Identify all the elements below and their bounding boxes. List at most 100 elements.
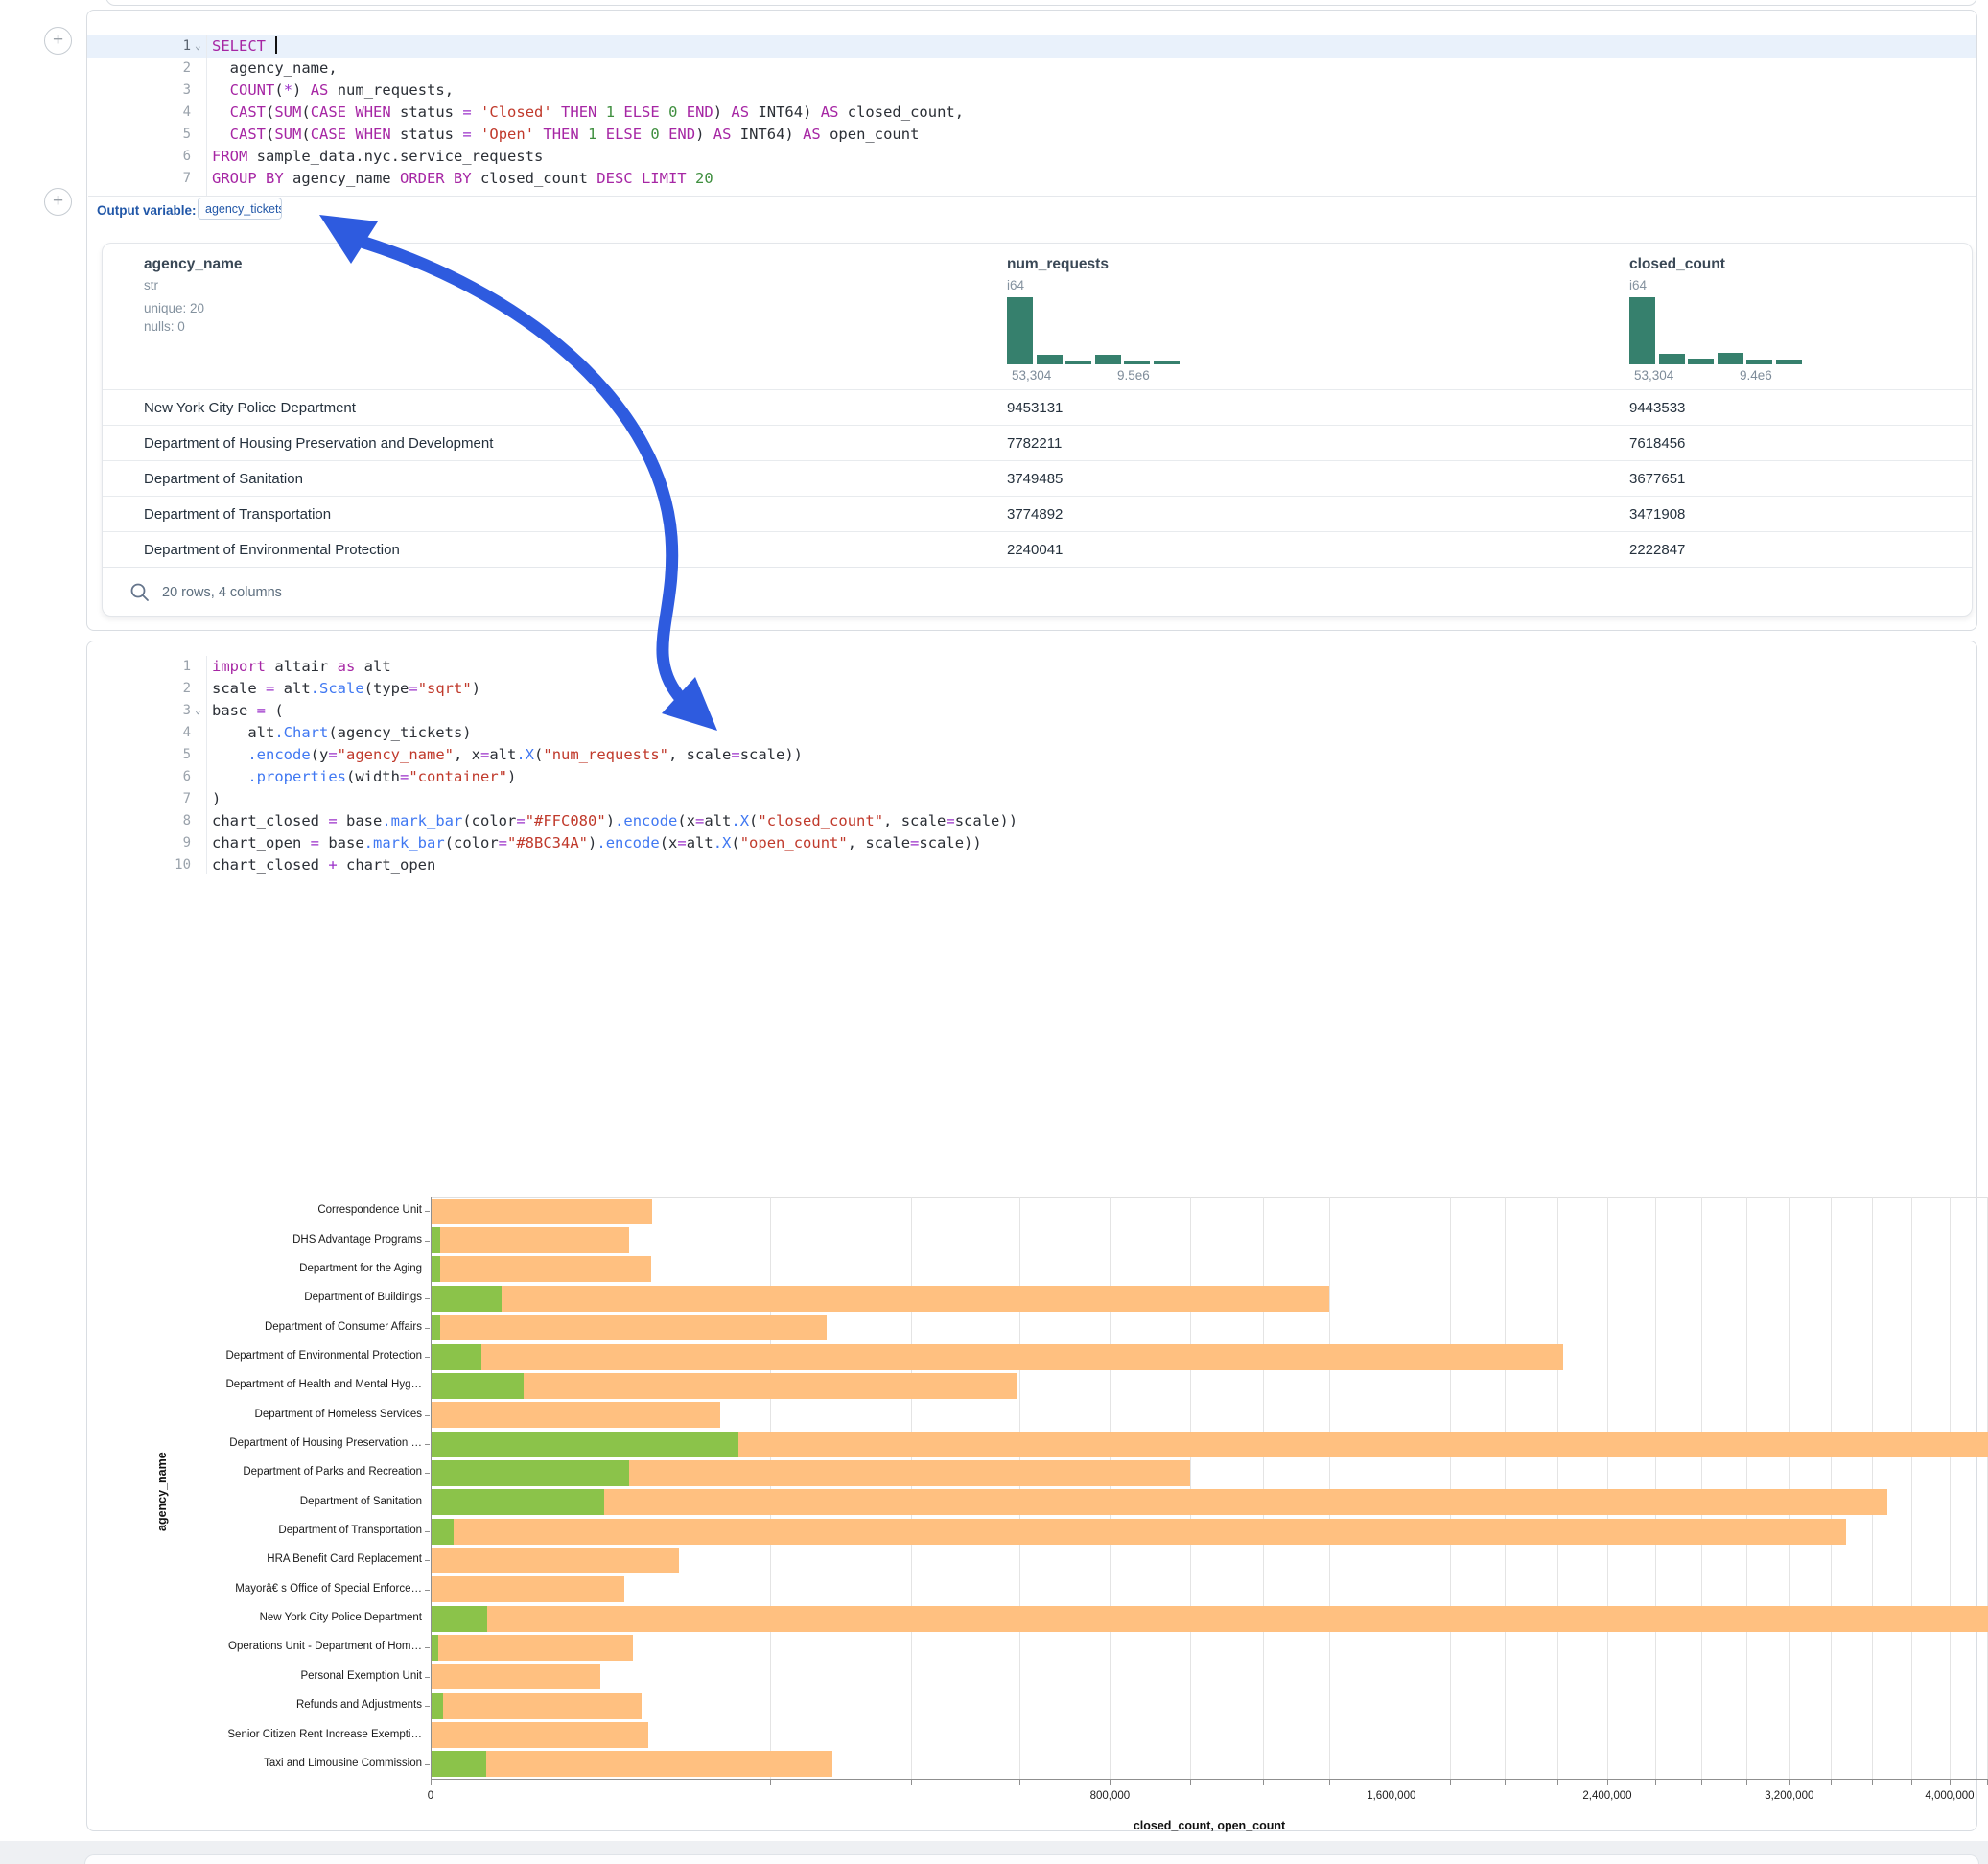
code-text: import altair as alt [212,656,391,678]
table-cell: 3749485 [1007,461,1063,497]
table-cell: Department of Environmental Protection [144,532,400,568]
histogram-bar [1688,359,1714,364]
code-line[interactable]: 4 CAST(SUM(CASE WHEN status = 'Closed' T… [87,102,1976,124]
table-row: Department of Sanitation 3749485 3677651 [103,460,1972,496]
table-cell: 2240041 [1007,532,1063,568]
code-text: base = ( [212,700,284,722]
line-number: 2 [87,678,191,700]
sql-cell-card: 1⌄ SELECT 2 agency_name,3 COUNT(*) AS num… [86,10,1977,631]
plus-icon: + [53,30,63,50]
code-text: CAST(SUM(CASE WHEN status = 'Open' THEN … [212,124,919,146]
histogram-bar [1659,354,1685,364]
table-cell: Department of Transportation [144,497,331,532]
code-line[interactable]: 5 CAST(SUM(CASE WHEN status = 'Open' THE… [87,124,1976,146]
histogram-bar [1007,297,1033,364]
line-number: 6 [87,766,191,788]
search-icon[interactable] [129,582,151,603]
code-line[interactable]: 3⌄base = ( [87,700,1976,722]
dataframe-rows: New York City Police Department945313194… [103,389,1972,567]
column-title: closed_count [1629,256,1725,273]
code-line[interactable]: 7) [87,788,1976,810]
code-text: .encode(y="agency_name", x=alt.X("num_re… [212,744,803,766]
code-line[interactable]: 2scale = alt.Scale(type="sqrt") [87,678,1976,700]
code-line[interactable]: 1⌄ SELECT [87,35,1976,58]
histogram-bar [1718,353,1743,364]
table-cell: 2222847 [1629,532,1685,568]
table-cell: 7618456 [1629,426,1685,461]
fold-chevron-icon[interactable]: ⌄ [195,699,201,721]
code-text: .properties(width="container") [212,766,516,788]
code-line[interactable]: 6FROM sample_data.nyc.service_requests [87,146,1976,168]
table-cell: 3471908 [1629,497,1685,532]
notebook-page: + + 1⌄SELECT 2 agency_name,3 COUNT(*) AS… [0,0,1988,1864]
fold-chevron-icon[interactable]: ⌄ [195,35,201,57]
line-number: 8 [87,810,191,832]
sql-code-editor[interactable]: 1⌄ SELECT 2 agency_name,3 COUNT(*) AS num… [87,35,1976,197]
python-code-editor[interactable]: 1 import altair as alt2scale = alt.Scale(… [87,656,1976,874]
code-line[interactable]: 6 .properties(width="container") [87,766,1976,788]
code-text: GROUP BY agency_name ORDER BY closed_cou… [212,168,713,190]
code-text: COUNT(*) AS num_requests, [212,80,454,102]
python-cell-card: 1 import altair as alt2scale = alt.Scale(… [86,641,1977,1831]
histogram-bar [1065,361,1091,364]
histogram-bar [1037,355,1063,364]
line-number: 1 [87,656,191,678]
code-line[interactable]: 9 chart_open = base.mark_bar(color="#8BC3… [87,832,1976,854]
line-number: 7 [87,168,191,190]
gutter-divider [206,35,207,197]
add-cell-button-top[interactable]: + [44,27,72,55]
table-cell: New York City Police Department [144,390,356,426]
code-line[interactable]: 4 alt.Chart(agency_tickets) [87,722,1976,744]
code-line[interactable]: 5 .encode(y="agency_name", x=alt.X("num_… [87,744,1976,766]
cell-divider [88,196,1976,197]
table-row: New York City Police Department945313194… [103,389,1972,425]
histogram-min-label: 53,304 [1634,368,1673,383]
code-line[interactable]: 8 chart_closed = base.mark_bar(color="#FF… [87,810,1976,832]
gutter-divider [206,656,207,874]
plus-icon: + [53,191,63,211]
rows-bottom-border [103,567,1972,568]
code-line[interactable]: 10 chart_closed + chart_open [87,854,1976,876]
histogram-bar [1095,355,1121,364]
code-text: chart_closed + chart_open [212,854,435,876]
code-text: CAST(SUM(CASE WHEN status = 'Closed' THE… [212,102,964,124]
code-line[interactable]: 2 agency_name, [87,58,1976,80]
output-variable-pill[interactable]: agency_tickets [198,198,282,220]
line-number: 9 [87,832,191,854]
table-cell: 9453131 [1007,390,1063,426]
histogram-bar [1124,361,1150,364]
line-number: 3 [87,80,191,102]
table-cell: 3677651 [1629,461,1685,497]
code-text: chart_open = base.mark_bar(color="#8BC34… [212,832,982,854]
code-line[interactable]: 3 COUNT(*) AS num_requests, [87,80,1976,102]
add-cell-button-middle[interactable]: + [44,188,72,216]
line-number: 4 [87,722,191,744]
histogram-max-label: 9.4e6 [1740,368,1772,383]
column-title: agency_name [144,256,243,273]
code-line[interactable]: 7 GROUP BY agency_name ORDER BY closed_co… [87,168,1976,190]
histogram-bar [1776,360,1802,364]
text-cursor [275,36,277,54]
line-number: 5 [87,744,191,766]
code-text: alt.Chart(agency_tickets) [212,722,472,744]
code-text: agency_name, [212,58,338,80]
line-number: 5 [87,124,191,146]
code-text: chart_closed = base.mark_bar(color="#FFC… [212,810,1017,832]
row-count-label: 20 rows, 4 columns [162,585,282,600]
table-cell: Department of Sanitation [144,461,303,497]
line-number: 6 [87,146,191,168]
column-stat: nulls: 0 [144,319,185,334]
histogram-max-label: 9.5e6 [1117,368,1150,383]
line-number: 7 [87,788,191,810]
table-cell: 7782211 [1007,426,1062,461]
line-number: 1 [87,35,191,58]
column-title: num_requests [1007,256,1109,273]
next-cell-edge [84,1854,1979,1864]
code-text: SELECT [212,35,277,58]
line-number: 10 [87,854,191,876]
code-line[interactable]: 1 import altair as alt [87,656,1976,678]
table-row: Department of Transportation377489234719… [103,496,1972,531]
column-type: i64 [1007,278,1024,292]
dataframe-card: agency_namestrunique: 20nulls: 0num_requ… [102,243,1973,617]
column-type: str [144,278,158,292]
